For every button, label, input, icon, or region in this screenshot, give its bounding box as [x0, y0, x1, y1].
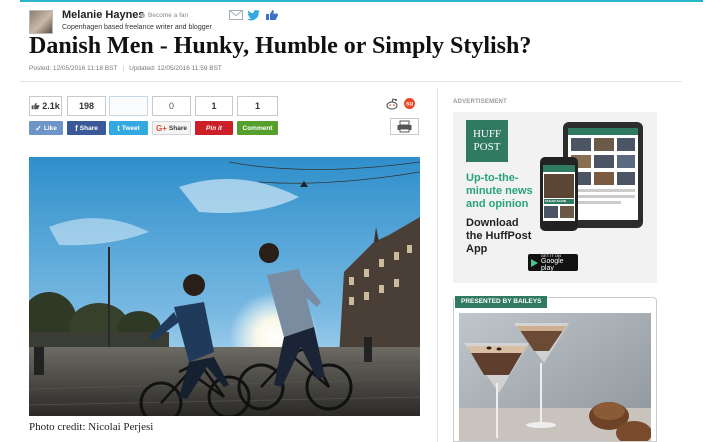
thumbs-up-icon[interactable] — [265, 9, 279, 21]
article-dates: Posted: 12/05/2016 11:18 BST | Updated: 12… — [29, 65, 222, 72]
advertisement-label: ADVERTISEMENT — [453, 99, 507, 105]
comment-count: 1 — [237, 96, 278, 116]
comment-button[interactable]: Comment — [237, 121, 278, 135]
date-separator: | — [122, 65, 125, 72]
ad-cta-2: the HuffPost — [466, 230, 532, 242]
google-play-icon — [531, 258, 538, 267]
google-share-label: Share — [168, 124, 187, 132]
phone-image: FAILED AGAIN — [540, 157, 578, 231]
ad-download-text: Download the HuffPost App — [466, 217, 531, 256]
logo-line-2: POST — [473, 141, 501, 153]
header-divider — [20, 81, 682, 82]
ad-tagline: Up-to-the- minute news and opinion — [466, 172, 533, 211]
google-plus-share-button[interactable]: G+ Share — [152, 121, 191, 135]
huffpost-logo: HUFF POST — [466, 120, 508, 162]
fan-dot-icon — [140, 12, 145, 18]
facebook-icon: f — [75, 123, 78, 133]
top-accent-line — [20, 0, 703, 2]
like-button[interactable]: ✓ Like — [29, 121, 63, 135]
presented-by-label: PRESENTED BY BAILEYS — [455, 296, 548, 308]
like-count: 2.1k — [29, 96, 62, 116]
phone-caption: FAILED AGAIN — [544, 199, 574, 204]
google-play-badge[interactable]: GET IT ON Google play — [528, 253, 578, 272]
author-description: Copenhagen based freelance writer and bl… — [62, 24, 212, 31]
like-count-value: 2.1k — [42, 101, 60, 111]
ad-cta-3: App — [466, 243, 488, 255]
stumbleupon-icon[interactable]: su — [404, 98, 415, 109]
svg-text:su: su — [406, 102, 413, 108]
facebook-share-count: 198 — [67, 96, 106, 116]
facebook-share-label: Share — [79, 124, 98, 132]
pinterest-share-count: 1 — [195, 96, 233, 116]
cyclists-photo — [29, 157, 420, 416]
become-a-fan-label: Become a fan — [148, 12, 189, 19]
posted-date: Posted: 12/05/2016 11:18 BST — [29, 65, 118, 72]
martini-dessert-image — [459, 313, 651, 441]
reddit-icon[interactable] — [386, 98, 398, 110]
author-name[interactable]: Melanie Haynes — [62, 9, 145, 21]
like-count-thumb-icon — [31, 102, 40, 110]
author-avatar[interactable] — [29, 10, 53, 34]
logo-line-1: HUFF — [472, 128, 502, 140]
article-headline: Danish Men - Hunky, Humble or Simply Sty… — [29, 33, 532, 59]
tweet-button[interactable]: t Tweet — [109, 121, 148, 135]
photo-caption: Photo credit: Nicolai Perjesi — [29, 421, 154, 433]
check-icon: ✓ — [35, 123, 42, 133]
envelope-icon[interactable] — [229, 9, 243, 21]
espresso-martini-photo — [459, 313, 651, 441]
ad-tagline-2: minute news — [466, 185, 533, 197]
ad-tagline-1: Up-to-the- — [466, 172, 519, 184]
become-a-fan-link[interactable]: Become a fan — [140, 12, 188, 19]
tweet-button-label: Tweet — [121, 124, 140, 132]
twitter-icon: t — [117, 123, 120, 133]
article-photo — [29, 157, 420, 416]
ad-cta-1: Download — [466, 217, 519, 229]
pin-it-button[interactable]: Pin it — [195, 121, 233, 135]
updated-date: Updated: 12/05/2016 11:59 BST — [129, 65, 222, 72]
column-divider — [437, 88, 438, 442]
twitter-share-count — [109, 96, 148, 116]
google-share-count: 0 — [152, 96, 191, 116]
google-plus-icon: G+ — [156, 123, 167, 133]
like-button-label: Like — [43, 124, 57, 132]
google-play-name: Google play — [541, 258, 564, 272]
huffpost-app-ad[interactable]: HUFF POST Up-to-the- minute news and opi… — [453, 112, 657, 283]
facebook-share-button[interactable]: f Share — [67, 121, 106, 135]
twitter-bird-icon[interactable] — [247, 9, 261, 21]
presented-by-module[interactable] — [453, 297, 657, 442]
ad-tagline-3: and opinion — [466, 198, 529, 210]
printer-icon[interactable] — [390, 118, 419, 135]
